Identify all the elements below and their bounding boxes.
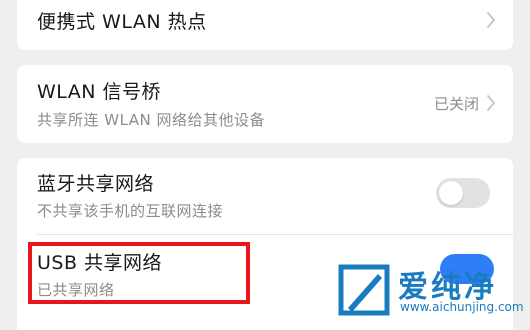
watermark-url: www.aichunjing.com — [400, 300, 524, 314]
bluetooth-tethering-title: 蓝牙共享网络 — [37, 173, 155, 195]
chevron-right-icon — [487, 12, 495, 28]
chevron-right-icon — [487, 95, 495, 111]
wlan-bridge-status: 已关闭 — [433, 95, 479, 113]
hotspot-title: 便携式 WLAN 热点 — [37, 11, 207, 33]
hotspot-row[interactable]: 便携式 WLAN 热点 — [17, 0, 513, 40]
bluetooth-tethering-subtitle: 不共享该手机的互联网连接 — [37, 202, 224, 220]
divider — [37, 234, 513, 235]
wlan-bridge-subtitle: 共享所连 WLAN 网络给其他设备 — [37, 111, 266, 129]
wlan-bridge-title: WLAN 信号桥 — [37, 81, 162, 103]
bluetooth-tethering-row[interactable]: 蓝牙共享网络 不共享该手机的互联网连接 — [17, 158, 513, 230]
watermark: 爱纯净 www.aichunjing.com — [330, 258, 530, 320]
toggle-knob — [439, 181, 463, 205]
highlight-box — [28, 242, 250, 304]
wlan-bridge-row[interactable]: WLAN 信号桥 共享所连 WLAN 网络给其他设备 已关闭 — [17, 65, 513, 143]
watermark-logo-icon — [338, 264, 390, 316]
hotspot-card: 便携式 WLAN 热点 — [17, 0, 513, 50]
wlan-bridge-card: WLAN 信号桥 共享所连 WLAN 网络给其他设备 已关闭 — [17, 65, 513, 143]
bluetooth-tethering-toggle[interactable] — [436, 178, 490, 208]
